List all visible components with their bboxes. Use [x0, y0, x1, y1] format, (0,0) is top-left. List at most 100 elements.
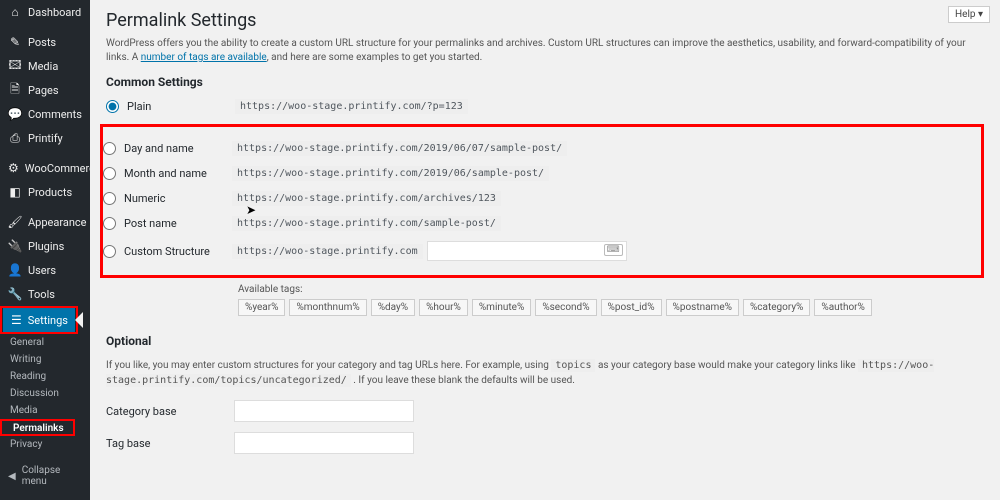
sidebar-item-media[interactable]: 🖾 Media — [0, 54, 90, 78]
sidebar-item-label: Settings — [28, 314, 68, 327]
appearance-icon: 🖌 — [8, 215, 22, 229]
category-base-input[interactable] — [234, 400, 414, 422]
structure-post-name: Post name https://woo-stage.printify.com… — [103, 216, 977, 231]
label-post-name: Post name — [124, 217, 232, 230]
radio-numeric[interactable] — [103, 192, 116, 205]
structure-custom: Custom Structure https://woo-stage.print… — [103, 241, 977, 261]
printify-icon: ⎙ — [8, 131, 22, 145]
tag-button[interactable]: %day% — [371, 299, 415, 316]
sidebar-item-pages[interactable]: 🗎 Pages — [0, 78, 90, 102]
sidebar-item-label: Media — [28, 60, 58, 73]
radio-month-name[interactable] — [103, 167, 116, 180]
sidebar-item-comments[interactable]: 💬 Comments — [0, 102, 90, 126]
label-numeric: Numeric — [124, 192, 232, 205]
sidebar-item-label: Tools — [28, 288, 55, 301]
sidebar-item-posts[interactable]: ✎ Posts — [0, 30, 90, 54]
available-tags: %year%%monthnum% %day%%hour%%minute%%seco… — [238, 295, 984, 316]
sub-item-reading[interactable]: Reading — [0, 368, 90, 385]
tag-button[interactable]: %author% — [814, 299, 871, 316]
label-day-name: Day and name — [124, 142, 232, 155]
sidebar-item-appearance[interactable]: 🖌 Appearance — [0, 210, 90, 234]
structure-month-name: Month and name https://woo-stage.printif… — [103, 166, 977, 181]
page-description: WordPress offers you the ability to crea… — [106, 37, 984, 65]
page-title: Permalink Settings — [106, 10, 984, 31]
tag-button[interactable]: %second% — [535, 299, 596, 316]
tag-button[interactable]: %category% — [743, 299, 810, 316]
optional-heading: Optional — [106, 334, 984, 348]
plugins-icon: 🔌 — [8, 239, 22, 253]
products-icon: ◧ — [8, 185, 22, 199]
custom-structure-input[interactable] — [427, 241, 627, 261]
sidebar-item-label: Dashboard — [28, 6, 81, 19]
sidebar-item-label: Products — [28, 186, 72, 199]
label-plain: Plain — [127, 100, 235, 113]
sidebar-item-users[interactable]: 👤 Users — [0, 258, 90, 282]
tag-base-row: Tag base — [106, 432, 984, 454]
structure-day-name: Day and name https://woo-stage.printify.… — [103, 141, 977, 156]
label-custom: Custom Structure — [124, 245, 232, 258]
collapse-menu[interactable]: ◀Collapse menu — [0, 459, 90, 493]
sidebar-item-woocommerce[interactable]: ⚙WooCommerce — [0, 156, 90, 180]
keyboard-icon: ⌨ — [604, 244, 623, 256]
tag-button[interactable]: %minute% — [472, 299, 531, 316]
sub-item-media[interactable]: Media — [0, 402, 90, 419]
url-numeric: https://woo-stage.printify.com/archives/… — [232, 191, 501, 206]
tags-available-link[interactable]: number of tags are available — [141, 52, 267, 63]
admin-sidebar: ⌂ Dashboard ✎ Posts 🖾 Media 🗎 Pages 💬 Comment… — [0, 0, 90, 500]
tag-button[interactable]: %postname% — [666, 299, 739, 316]
category-base-label: Category base — [106, 405, 234, 418]
sidebar-item-products[interactable]: ◧ Products — [0, 180, 90, 204]
collapse-icon: ◀ — [8, 471, 16, 482]
help-button[interactable]: Help ▾ — [948, 6, 990, 23]
woocommerce-icon: ⚙ — [8, 161, 19, 175]
highlight-box: Day and name https://woo-stage.printify.… — [100, 124, 984, 278]
sub-item-discussion[interactable]: Discussion — [0, 385, 90, 402]
sub-item-general[interactable]: General — [0, 334, 90, 351]
radio-custom[interactable] — [103, 245, 116, 258]
sub-item-permalinks[interactable]: Permalinks — [3, 420, 72, 437]
available-tags-label: Available tags: — [238, 284, 984, 295]
label-month-name: Month and name — [124, 167, 232, 180]
tag-button[interactable]: %monthnum% — [289, 299, 366, 316]
tag-base-input[interactable] — [234, 432, 414, 454]
sidebar-item-label: Posts — [28, 36, 56, 49]
url-plain: https://woo-stage.printify.com/?p=123 — [235, 99, 468, 114]
sidebar-item-label: Comments — [28, 108, 82, 121]
media-icon: 🖾 — [8, 59, 22, 73]
structure-numeric: Numeric https://woo-stage.printify.com/a… — [103, 191, 977, 206]
tag-base-label: Tag base — [106, 437, 234, 450]
page-icon: 🗎 — [8, 83, 22, 97]
radio-plain[interactable] — [106, 100, 119, 113]
url-month-name: https://woo-stage.printify.com/2019/06/s… — [232, 166, 549, 181]
comments-icon: 💬 — [8, 107, 22, 121]
sidebar-item-tools[interactable]: 🔧Tools — [0, 282, 90, 306]
users-icon: 👤 — [8, 263, 22, 277]
common-settings-heading: Common Settings — [106, 75, 984, 89]
settings-icon: ☰ — [11, 313, 22, 327]
optional-description: If you like, you may enter custom struct… — [106, 358, 984, 388]
sidebar-item-label: Users — [28, 264, 56, 277]
url-custom-base: https://woo-stage.printify.com — [232, 244, 423, 259]
tag-button[interactable]: %post_id% — [601, 299, 662, 316]
category-base-row: Category base — [106, 400, 984, 422]
tag-button[interactable]: %year% — [238, 299, 285, 316]
structure-plain: Plain https://woo-stage.printify.com/?p=… — [106, 99, 984, 114]
url-post-name: https://woo-stage.printify.com/sample-po… — [232, 216, 501, 231]
sub-item-writing[interactable]: Writing — [0, 351, 90, 368]
sidebar-item-label: Pages — [28, 84, 59, 97]
sidebar-item-label: Plugins — [28, 240, 64, 253]
url-day-name: https://woo-stage.printify.com/2019/06/0… — [232, 141, 567, 156]
sidebar-item-label: Printify — [28, 132, 63, 145]
settings-content: Help ▾ Permalink Settings WordPress offe… — [90, 0, 1000, 500]
sidebar-item-plugins[interactable]: 🔌 Plugins — [0, 234, 90, 258]
pin-icon: ✎ — [8, 35, 22, 49]
sidebar-item-settings[interactable]: ☰ Settings — [3, 308, 75, 332]
sidebar-item-dashboard[interactable]: ⌂ Dashboard — [0, 0, 90, 24]
tag-button[interactable]: %hour% — [419, 299, 468, 316]
radio-day-name[interactable] — [103, 142, 116, 155]
sidebar-item-printify[interactable]: ⎙ Printify — [0, 126, 90, 150]
sub-item-privacy[interactable]: Privacy — [0, 436, 90, 453]
dashboard-icon: ⌂ — [8, 5, 22, 19]
radio-post-name[interactable] — [103, 217, 116, 230]
sidebar-item-label: Appearance — [28, 216, 87, 229]
